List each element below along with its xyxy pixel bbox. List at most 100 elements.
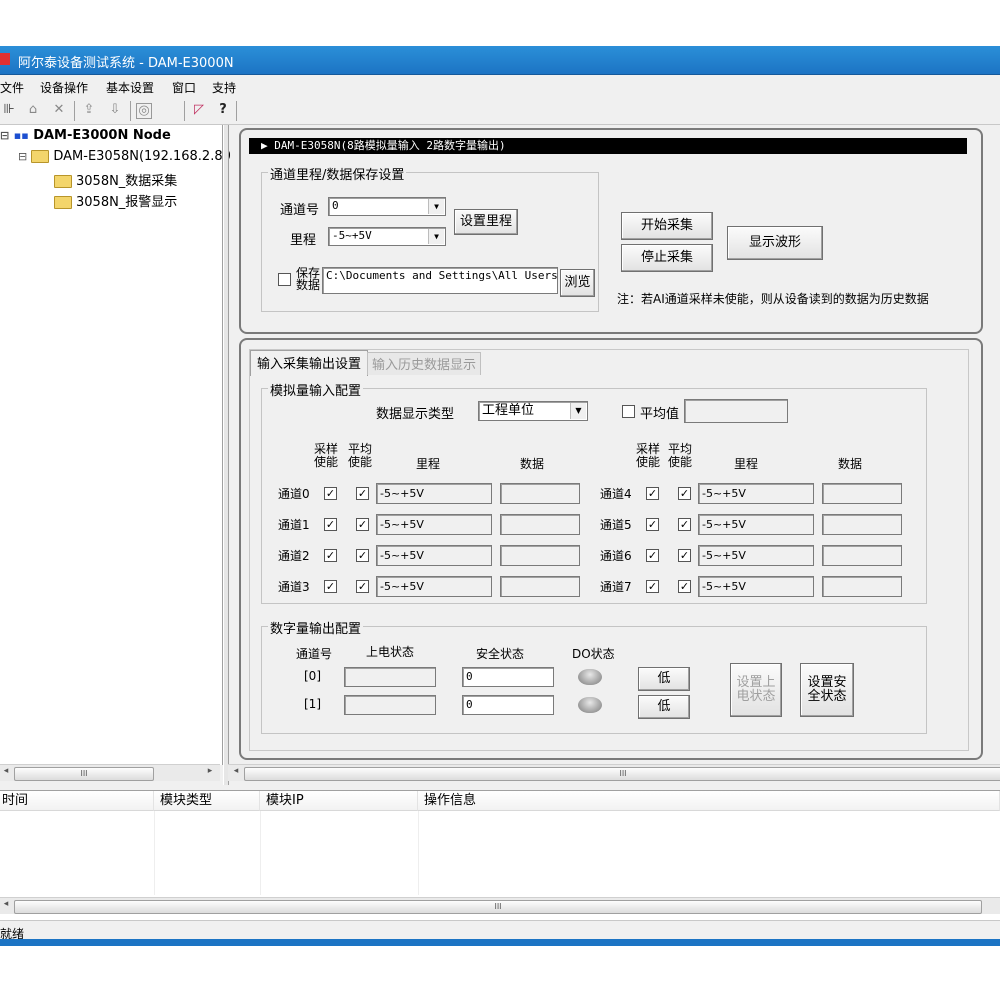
channel-range-field: -5~+5V [698,576,814,597]
menu-device-ops[interactable]: 设备操作 [40,79,88,96]
set-range-button[interactable]: 设置里程 [454,209,518,235]
browse-button[interactable]: 浏览 [560,269,595,297]
channel-data-field [500,545,580,566]
ai-note: 注：若AI通道采样未使能，则从设备读到的数据为历史数据 [617,292,929,306]
help-icon[interactable]: ? [214,101,232,119]
scroll-thumb[interactable]: III [244,767,1000,781]
tree-root[interactable]: ⊟ ▪▪ DAM-E3000N Node [0,128,171,143]
channel-data-field [500,514,580,535]
toolbar-separator [184,101,185,121]
avg-enable-checkbox[interactable]: ✓ [356,518,369,531]
channel-data-field [500,576,580,597]
sample-enable-checkbox[interactable]: ✓ [324,549,337,562]
toolbar-separator [236,101,237,121]
show-waveform-button[interactable]: 显示波形 [727,226,823,260]
sample-enable-checkbox[interactable]: ✓ [646,518,659,531]
title-bar[interactable]: 阿尔泰设备测试系统 - DAM-E3000N [0,46,1000,75]
tree-device[interactable]: ⊟ DAM-E3058N(192.168.2.80 [18,149,231,164]
connect-icon[interactable]: ⊪ [0,101,18,119]
sample-enable-checkbox[interactable]: ✓ [646,549,659,562]
wand-icon[interactable]: ◸ [190,101,208,119]
set-power-state-button[interactable]: 设置上 电状态 [730,663,782,717]
do-led-icon [578,669,602,685]
sample-enable-header: 采样 使能 [314,442,339,469]
sample-enable-checkbox[interactable]: ✓ [324,487,337,500]
col-module-ip[interactable]: 模块IP [260,791,418,811]
tree-item-data-acq[interactable]: 3058N_数据采集 [54,170,177,189]
stop-acquisition-button[interactable]: 停止采集 [621,244,713,272]
log-hscroll[interactable]: ◂ III [0,897,1000,914]
scroll-right-icon[interactable]: ▸ [204,766,216,776]
tree-hscroll[interactable]: ◂ III ▸ [0,764,220,781]
data-header: 数据 [520,457,545,471]
channel-label: 通道号 [280,203,320,218]
sample-enable-checkbox[interactable]: ✓ [324,580,337,593]
download-icon[interactable]: ⇩ [106,101,124,119]
home-icon[interactable]: ⌂ [24,101,42,119]
do-level-button-0[interactable]: 低 [638,667,690,691]
scroll-left-icon[interactable]: ◂ [0,899,12,909]
menu-support[interactable]: 支持 [212,79,236,96]
scroll-thumb[interactable]: III [14,900,982,914]
main-hscroll[interactable]: ◂ III [228,764,1000,781]
sample-enable-checkbox[interactable]: ✓ [324,518,337,531]
display-type-select[interactable]: 工程单位 ▼ [478,401,588,421]
channel-name: 通道6 [600,549,632,563]
sample-enable-checkbox[interactable]: ✓ [646,487,659,500]
chevron-down-icon[interactable]: ▼ [570,403,586,419]
set-safe-state-button[interactable]: 设置安 全状态 [800,663,854,717]
average-value [684,399,788,423]
scroll-left-icon[interactable]: ◂ [230,766,242,776]
sample-enable-checkbox[interactable]: ✓ [646,580,659,593]
avg-enable-checkbox[interactable]: ✓ [678,518,691,531]
channel-range-field: -5~+5V [376,483,492,504]
refresh-icon[interactable]: ◎ [136,103,152,119]
scroll-left-icon[interactable]: ◂ [0,766,12,776]
do-channel-0: [0] [304,669,321,683]
save-data-checkbox[interactable] [278,273,291,286]
collapse-icon[interactable]: ⊟ [0,129,9,142]
do-state-header: DO状态 [572,647,615,661]
average-checkbox[interactable] [622,405,635,418]
menu-bar: 文件 设备操作 基本设置 窗口 支持 [0,75,1000,97]
menu-file[interactable]: 文件 [0,79,24,96]
menu-basic-settings[interactable]: 基本设置 [106,79,154,96]
avg-enable-checkbox[interactable]: ✓ [356,549,369,562]
safe-state-0[interactable]: 0 [462,667,554,687]
power-state-0 [344,667,436,687]
start-acquisition-button[interactable]: 开始采集 [621,212,713,240]
range-settings-group: 通道里程/数据保存设置 通道号 0 ▼ 里程 -5~+5V ▼ 设置里程 保存 … [261,164,599,312]
col-module-type[interactable]: 模块类型 [154,791,260,811]
divider [154,811,155,895]
avg-enable-checkbox[interactable]: ✓ [356,580,369,593]
tab-history[interactable]: 输入历史数据显示 [367,352,482,375]
play-icon: ▶ [261,139,268,152]
avg-enable-checkbox[interactable]: ✓ [356,487,369,500]
scroll-thumb[interactable]: III [14,767,154,781]
tab-io-settings[interactable]: 输入采集输出设置 [250,350,369,376]
safe-state-1[interactable]: 0 [462,695,554,715]
display-type-label: 数据显示类型 [376,407,455,422]
range-select[interactable]: -5~+5V ▼ [328,227,446,246]
do-level-button-1[interactable]: 低 [638,695,690,719]
collapse-icon[interactable]: ⊟ [18,150,27,163]
col-time[interactable]: 时间 [0,791,154,811]
avg-enable-checkbox[interactable]: ✓ [678,487,691,500]
channel-select[interactable]: 0 ▼ [328,197,446,216]
tree-item-alarm[interactable]: 3058N_报警显示 [54,191,177,210]
divider [418,811,419,895]
avg-enable-checkbox[interactable]: ✓ [678,549,691,562]
save-path-input[interactable]: C:\Documents and Settings\All Users\I [322,267,558,294]
upload-icon[interactable]: ⇪ [80,101,98,119]
safe-state-header: 安全状态 [476,647,525,661]
menu-window[interactable]: 窗口 [172,79,196,96]
chevron-down-icon[interactable]: ▼ [428,199,444,214]
close-icon[interactable]: ✕ [50,101,68,119]
channel-range-field: -5~+5V [376,514,492,535]
pane-splitter[interactable] [223,125,229,785]
avg-enable-checkbox[interactable]: ✓ [678,580,691,593]
channel-name: 通道5 [600,518,632,532]
chevron-down-icon[interactable]: ▼ [428,229,444,244]
col-operation-info[interactable]: 操作信息 [418,791,1000,811]
folder-icon [54,175,72,188]
